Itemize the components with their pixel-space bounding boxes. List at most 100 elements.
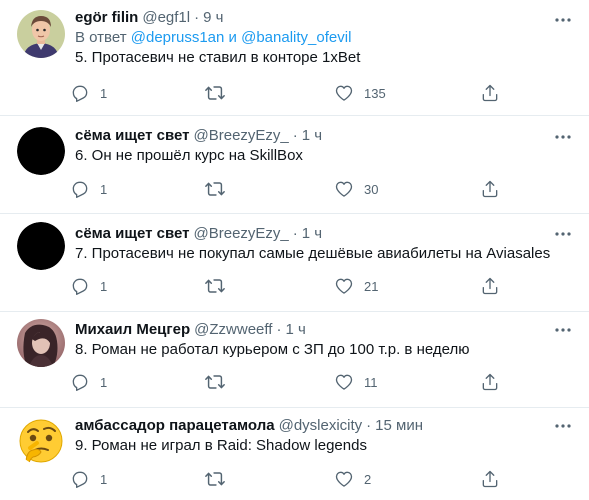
more-options-icon[interactable] xyxy=(553,320,573,340)
more-options-icon[interactable] xyxy=(553,224,573,244)
share-button[interactable] xyxy=(480,82,500,104)
retweet-button[interactable] xyxy=(204,82,236,104)
tweet[interactable]: сёма ищет свет @BreezyEzy_ · 1 ч 7. Прот… xyxy=(0,214,589,312)
reply-button[interactable]: 1 xyxy=(70,178,107,200)
reply-button[interactable]: 1 xyxy=(70,82,107,104)
tweet-actions: 1 135 xyxy=(70,82,500,104)
heart-icon xyxy=(335,278,353,294)
heart-icon xyxy=(335,471,353,487)
timestamp[interactable]: 15 мин xyxy=(375,416,423,436)
like-button[interactable]: 135 xyxy=(334,82,386,104)
reply-conjunction: и xyxy=(228,29,237,46)
avatar[interactable] xyxy=(17,417,65,465)
reply-icon xyxy=(72,374,88,391)
display-name[interactable]: Михаил Мецгер xyxy=(75,320,190,340)
reply-prefix: В ответ xyxy=(75,29,127,46)
separator-dot: · xyxy=(276,321,282,338)
user-handle[interactable]: @Zzwweeff xyxy=(194,320,272,340)
share-button[interactable] xyxy=(480,371,500,393)
retweet-icon xyxy=(205,375,225,389)
reply-count: 1 xyxy=(100,374,108,390)
retweet-icon xyxy=(205,279,225,293)
timestamp[interactable]: 9 ч xyxy=(203,8,223,28)
tweet-feed: egör filin @egf1l · 9 ч В ответ @depruss… xyxy=(0,0,589,500)
mention-link[interactable]: @banality_ofevil xyxy=(241,29,351,46)
tweet-text: 5. Протасевич не ставил в конторе 1xBet xyxy=(75,49,361,66)
like-button[interactable]: 11 xyxy=(334,371,378,393)
reply-context: В ответ @depruss1an и @banality_ofevil xyxy=(75,28,573,48)
reply-icon xyxy=(72,85,88,103)
retweet-button[interactable] xyxy=(204,468,236,490)
heart-icon xyxy=(335,181,353,197)
more-options-icon[interactable] xyxy=(553,127,573,147)
like-count: 30 xyxy=(364,181,379,197)
like-count: 2 xyxy=(364,471,372,487)
black-avatar xyxy=(17,127,65,175)
like-button[interactable]: 30 xyxy=(334,178,378,200)
reply-count: 1 xyxy=(100,181,108,197)
reply-button[interactable]: 1 xyxy=(70,275,107,297)
user-handle[interactable]: @BreezyEzy_ xyxy=(194,126,289,146)
avatar[interactable] xyxy=(17,222,65,270)
tweet[interactable]: egör filin @egf1l · 9 ч В ответ @depruss… xyxy=(0,0,589,116)
share-button[interactable] xyxy=(480,178,500,200)
reply-button[interactable]: 1 xyxy=(70,468,107,490)
like-count: 21 xyxy=(364,278,379,294)
reply-count: 1 xyxy=(100,471,108,487)
tweet-text: 7. Протасевич не покупал самые дешёвые а… xyxy=(75,245,551,262)
more-options-icon[interactable] xyxy=(553,10,573,30)
tweet[interactable]: амбассадор парацетамола @dyslexicity · 1… xyxy=(0,408,589,500)
avatar[interactable] xyxy=(17,10,65,58)
display-name[interactable]: амбассадор парацетамола xyxy=(75,416,275,436)
heart-icon xyxy=(335,85,353,101)
cartoon-portrait-avatar xyxy=(17,10,65,58)
retweet-button[interactable] xyxy=(204,371,236,393)
tweet-text: 6. Он не прошёл курс на SkillBox xyxy=(75,147,303,164)
avatar[interactable] xyxy=(17,127,65,175)
more-options-icon[interactable] xyxy=(553,416,573,436)
separator-dot: · xyxy=(194,9,200,26)
retweet-button[interactable] xyxy=(204,178,236,200)
mention-link[interactable]: @depruss1an xyxy=(131,29,225,46)
share-icon xyxy=(482,470,498,488)
heart-icon xyxy=(335,374,353,390)
user-handle[interactable]: @BreezyEzy_ xyxy=(194,224,289,244)
reply-button[interactable]: 1 xyxy=(70,371,107,393)
display-name[interactable]: сёма ищет свет xyxy=(75,126,190,146)
separator-dot: · xyxy=(292,127,298,144)
retweet-icon xyxy=(205,182,225,196)
tweet-text: 8. Роман не работал курьером с ЗП до 100… xyxy=(75,341,470,358)
avatar[interactable] xyxy=(17,319,65,367)
separator-dot: · xyxy=(366,417,372,434)
tweet-actions: 1 21 xyxy=(70,275,500,297)
share-button[interactable] xyxy=(480,275,500,297)
separator-dot: · xyxy=(292,225,298,242)
tweet[interactable]: Михаил Мецгер @Zzwweeff · 1 ч 8. Роман н… xyxy=(0,312,589,408)
reply-icon xyxy=(72,181,88,198)
timestamp[interactable]: 1 ч xyxy=(302,126,322,146)
display-name[interactable]: egör filin xyxy=(75,8,138,28)
share-button[interactable] xyxy=(480,468,500,490)
retweet-button[interactable] xyxy=(204,275,236,297)
reply-count: 1 xyxy=(100,278,108,294)
retweet-icon xyxy=(205,472,225,486)
timestamp[interactable]: 1 ч xyxy=(285,320,305,340)
like-count: 135 xyxy=(364,85,386,101)
user-handle[interactable]: @egf1l xyxy=(142,8,190,28)
like-button[interactable]: 2 xyxy=(334,468,371,490)
reply-icon xyxy=(72,278,88,295)
tweet[interactable]: сёма ищет свет @BreezyEzy_ · 1 ч 6. Он н… xyxy=(0,116,589,214)
share-icon xyxy=(482,180,498,198)
display-name[interactable]: сёма ищет свет xyxy=(75,224,190,244)
like-count: 11 xyxy=(364,374,378,390)
reply-count: 1 xyxy=(100,85,108,101)
share-icon xyxy=(482,277,498,295)
retweet-icon xyxy=(205,86,225,100)
like-button[interactable]: 21 xyxy=(334,275,378,297)
photo-avatar xyxy=(17,319,65,367)
black-avatar xyxy=(17,222,65,270)
timestamp[interactable]: 1 ч xyxy=(302,224,322,244)
tweet-text: 9. Роман не играл в Raid: Shadow legends xyxy=(75,437,367,454)
tweet-actions: 1 2 xyxy=(70,468,500,490)
user-handle[interactable]: @dyslexicity xyxy=(279,416,363,436)
